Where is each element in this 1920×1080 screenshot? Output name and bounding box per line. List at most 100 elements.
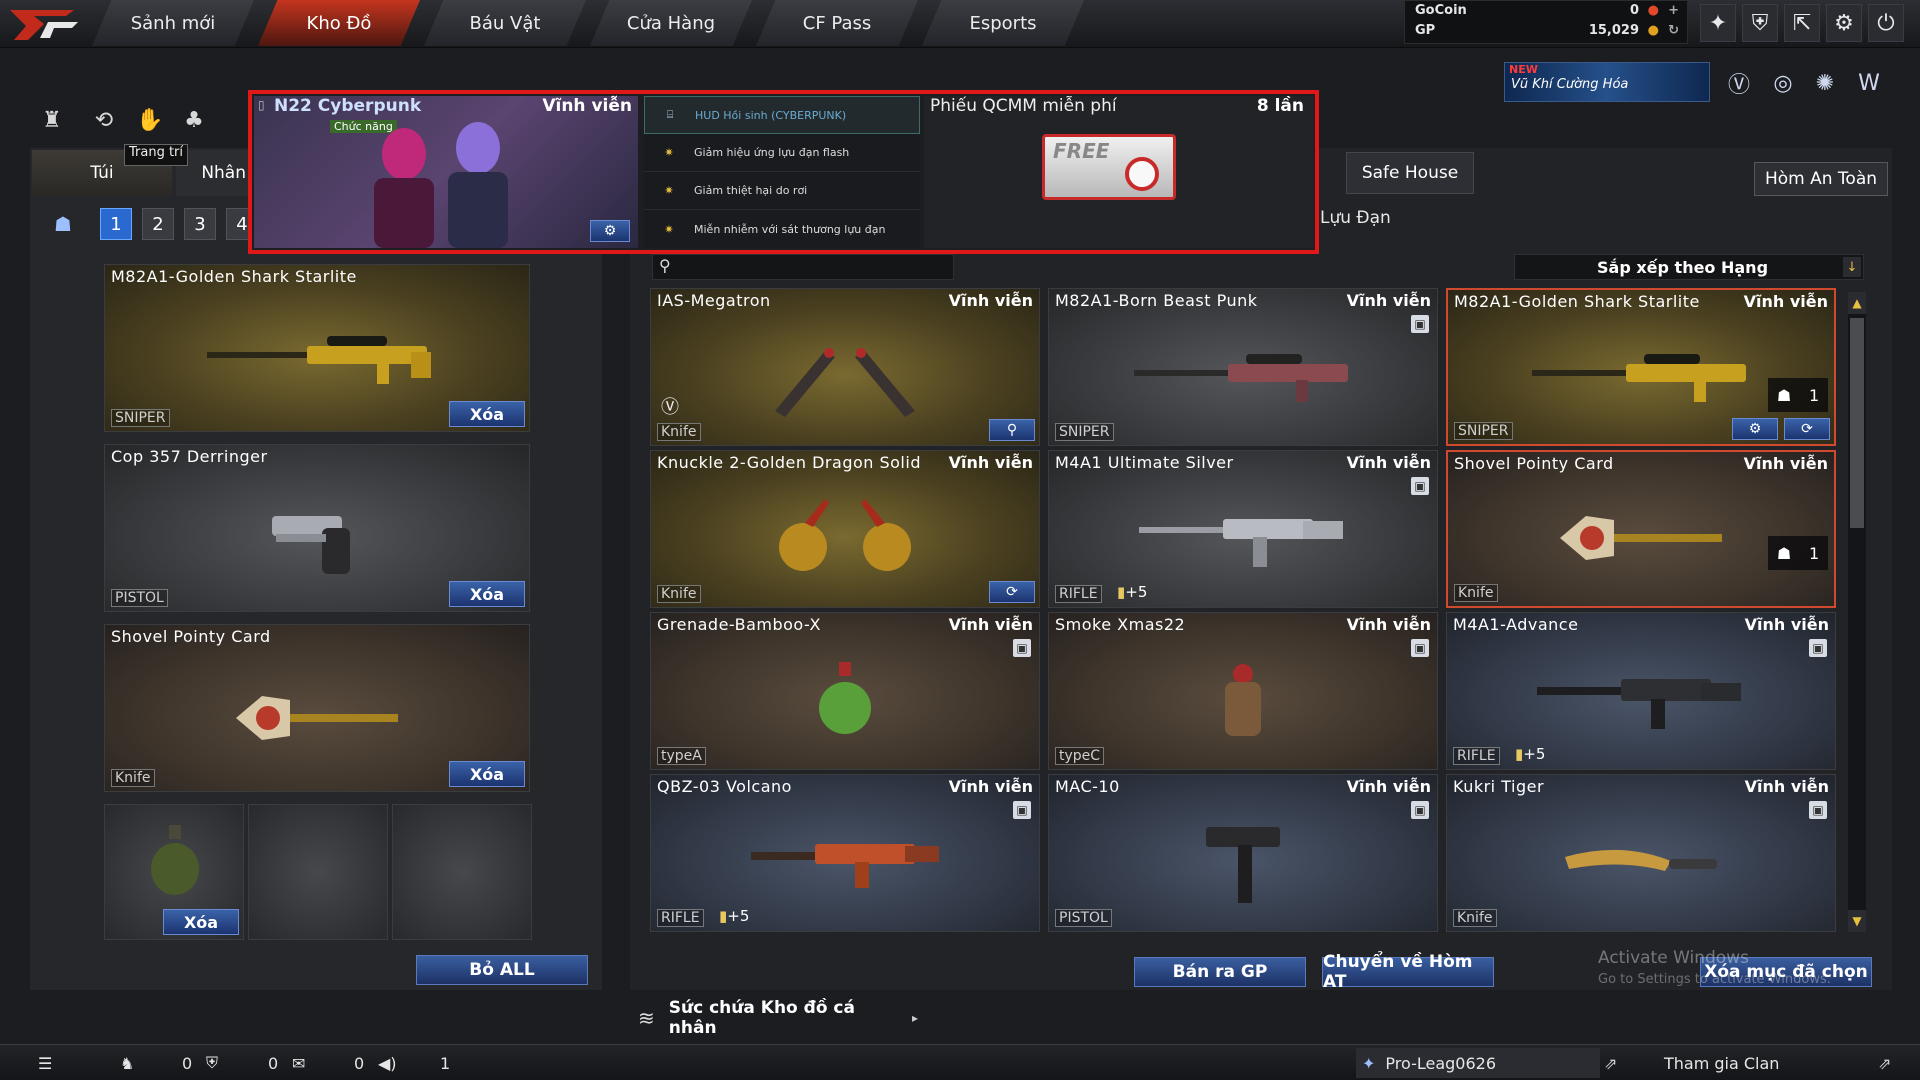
bag-item-card[interactable]: Cop 357 Derringer PISTOL Xóa bbox=[104, 444, 530, 612]
gp-row: GP 15,029 ● ↻ bbox=[1415, 23, 1685, 43]
clan-shield-icon[interactable]: ⛨ bbox=[206, 1052, 218, 1074]
grid-item-card[interactable]: IAS-Megatron Vĩnh viễn Ⓥ Knife ⚲ bbox=[650, 288, 1040, 446]
remove-all-button[interactable]: Bỏ ALL bbox=[416, 955, 588, 985]
grid-item-card[interactable]: M82A1-Born Beast Punk Vĩnh viễn ▣ SNIPER bbox=[1048, 288, 1438, 446]
gear-button[interactable]: ⚙ bbox=[590, 220, 630, 242]
weapon-upgrade-banner[interactable]: NEW Vũ Khí Cường Hóa bbox=[1504, 62, 1710, 102]
gift-icon[interactable]: ♜ bbox=[36, 104, 68, 136]
grid-item-card[interactable]: MAC-10 Vĩnh viễn ▣ PISTOL bbox=[1048, 774, 1438, 932]
grid-item-card-selected[interactable]: M82A1-Golden Shark Starlite Vĩnh viễn ☗ 1… bbox=[1446, 288, 1836, 446]
bag-item-card[interactable]: M82A1-Golden Shark Starlite SNIPER Xóa bbox=[104, 264, 530, 432]
delete-button[interactable]: Xóa bbox=[449, 761, 525, 787]
item-category: Knife bbox=[1454, 584, 1498, 602]
hud-icon: ⌸ bbox=[666, 108, 674, 121]
swap-button[interactable]: ⟳ bbox=[1784, 418, 1830, 440]
join-clan-link[interactable]: Tham gia Clan bbox=[1664, 1052, 1779, 1074]
delete-button[interactable]: Xóa bbox=[163, 909, 239, 935]
swap-button[interactable]: ⟳ bbox=[989, 581, 1035, 603]
sell-gp-button[interactable]: Bán ra GP bbox=[1134, 957, 1306, 987]
enhance-value: +5 bbox=[1125, 583, 1148, 601]
featured-item-card[interactable]: ▯ N22 Cyberpunk Vĩnh viễn Chức năng ⚙ bbox=[254, 96, 638, 248]
speaker-icon[interactable]: ◀) bbox=[378, 1052, 397, 1074]
delete-label: Xóa bbox=[469, 584, 505, 604]
page-1[interactable]: 1 bbox=[100, 208, 132, 240]
external-link-icon[interactable]: ⇗ bbox=[1878, 1052, 1891, 1074]
settings-button[interactable]: ⚙ bbox=[1732, 418, 1778, 440]
bag-item-card[interactable]: Shovel Pointy Card Knife Xóa bbox=[104, 624, 530, 792]
empty-slot[interactable] bbox=[248, 804, 388, 940]
lock-icon: ▣ bbox=[1809, 801, 1827, 819]
dual-blade-icon bbox=[775, 348, 915, 418]
page-2[interactable]: 2 bbox=[142, 208, 174, 240]
delete-button[interactable]: Xóa bbox=[449, 581, 525, 607]
cf-logo[interactable] bbox=[4, 2, 84, 46]
filter-grenade[interactable]: Lựu Đạn bbox=[1320, 208, 1391, 228]
tab-esports[interactable]: Esports bbox=[922, 0, 1084, 46]
v-emblem-icon[interactable]: Ⓥ bbox=[1722, 66, 1756, 100]
power-icon[interactable]: ⏻ bbox=[1868, 4, 1904, 42]
grid-item-card[interactable]: Knuckle 2-Golden Dragon Solid Vĩnh viễn … bbox=[650, 450, 1040, 608]
user-box[interactable]: ✦ Pro-Leag0626 bbox=[1356, 1048, 1600, 1078]
coupon-card[interactable]: Phiếu QCMM miễn phí 8 lần FREE bbox=[924, 96, 1314, 248]
search-input[interactable]: ⚲ bbox=[652, 254, 954, 280]
page-3[interactable]: 3 bbox=[184, 208, 216, 240]
wings-icon[interactable]: W bbox=[1852, 66, 1886, 100]
item-name: N22 Cyberpunk bbox=[274, 96, 422, 116]
decorate-icon[interactable]: ✋ bbox=[134, 104, 166, 136]
layers-icon: ≋ bbox=[638, 1006, 655, 1030]
globe-icon[interactable]: ◎ bbox=[1766, 66, 1800, 100]
external-link-icon[interactable]: ⇗ bbox=[1604, 1052, 1617, 1074]
friends-icon[interactable]: ♞ bbox=[120, 1052, 134, 1074]
coupon-ticket-icon: FREE bbox=[1042, 134, 1176, 200]
inspect-button[interactable]: ⚲ bbox=[989, 419, 1035, 441]
refresh-icon[interactable]: ↻ bbox=[1668, 23, 1679, 38]
tab-cf-pass[interactable]: CF Pass bbox=[756, 0, 918, 46]
bag-icon[interactable]: ♣ bbox=[178, 104, 210, 136]
target-icon[interactable]: ✺ bbox=[1808, 66, 1842, 100]
safe-house-tab[interactable]: Safe House bbox=[1346, 152, 1474, 194]
item-duration: Vĩnh viễn bbox=[1346, 777, 1431, 796]
grid-item-card[interactable]: Kukri Tiger Vĩnh viễn ▣ Knife bbox=[1446, 774, 1836, 932]
free-badge: FREE bbox=[1053, 139, 1110, 163]
tab-label: Esports bbox=[969, 12, 1037, 34]
message-count: 0 bbox=[354, 1053, 365, 1073]
feature-row: ✷ Giảm hiệu ứng lựu đạn flash bbox=[644, 134, 920, 172]
item-name: M82A1-Golden Shark Starlite bbox=[111, 267, 357, 286]
item-duration: Vĩnh viễn bbox=[948, 615, 1033, 634]
rank-icon[interactable]: ✦ bbox=[1700, 4, 1736, 42]
add-coin-icon[interactable]: + bbox=[1668, 3, 1679, 18]
scroll-down-arrow-icon[interactable]: ▼ bbox=[1848, 910, 1866, 932]
shield-icon[interactable]: ⛨ bbox=[1742, 4, 1778, 42]
settings-gear-icon[interactable]: ⚙ bbox=[1826, 4, 1862, 42]
search-icon: ⚲ bbox=[659, 256, 671, 275]
sort-dropdown[interactable]: Sắp xếp theo Hạng ↓ bbox=[1514, 254, 1864, 280]
grid-item-card[interactable]: M4A1 Ultimate Silver Vĩnh viễn ▣ RIFLE ▮… bbox=[1048, 450, 1438, 608]
scrollbar-thumb[interactable] bbox=[1850, 318, 1864, 528]
grid-item-card[interactable]: M4A1-Advance Vĩnh viễn ▣ RIFLE ▮+5 bbox=[1446, 612, 1836, 770]
enhance-level: ▮+5 bbox=[719, 907, 749, 925]
item-name: Kukri Tiger bbox=[1453, 777, 1545, 796]
tab-shop[interactable]: Cửa Hàng bbox=[590, 0, 752, 46]
menu-list-icon[interactable]: ☰ bbox=[38, 1052, 52, 1074]
grid-item-card[interactable]: Smoke Xmas22 Vĩnh viễn ▣ typeC bbox=[1048, 612, 1438, 770]
grid-item-card[interactable]: QBZ-03 Volcano Vĩnh viễn ▣ RIFLE ▮+5 bbox=[650, 774, 1040, 932]
tooltip: Trang trí bbox=[124, 144, 189, 166]
grid-item-card-selected[interactable]: Shovel Pointy Card Vĩnh viễn ☗ 1 Knife bbox=[1446, 450, 1836, 608]
empty-slot[interactable] bbox=[392, 804, 532, 940]
tab-lobby[interactable]: Sảnh mới bbox=[92, 0, 254, 46]
exit-room-icon[interactable]: ⇱ bbox=[1784, 4, 1820, 42]
safe-box-button[interactable]: Hòm An Toàn bbox=[1754, 162, 1888, 196]
tab-inventory[interactable]: Kho Đồ bbox=[258, 0, 420, 46]
delete-button[interactable]: Xóa bbox=[449, 401, 525, 427]
capacity-row[interactable]: ≋ Sức chứa Kho đồ cá nhân ▸ bbox=[628, 998, 918, 1038]
gear-icon: ⚙ bbox=[603, 223, 617, 239]
chat-bubble-icon[interactable]: ✉ bbox=[292, 1052, 305, 1074]
grenade-slot[interactable]: Xóa bbox=[104, 804, 244, 940]
move-to-safe-button[interactable]: Chuyển về Hòm AT bbox=[1322, 952, 1494, 992]
history-icon[interactable]: ⟲ bbox=[88, 104, 120, 136]
enhance-level: ▮+5 bbox=[1117, 583, 1147, 601]
grid-item-card[interactable]: Grenade-Bamboo-X Vĩnh viễn ▣ typeA bbox=[650, 612, 1040, 770]
item-duration: Vĩnh viễn bbox=[948, 453, 1033, 472]
tab-treasure[interactable]: Báu Vật bbox=[424, 0, 586, 46]
scroll-up-arrow-icon[interactable]: ▲ bbox=[1848, 292, 1866, 314]
